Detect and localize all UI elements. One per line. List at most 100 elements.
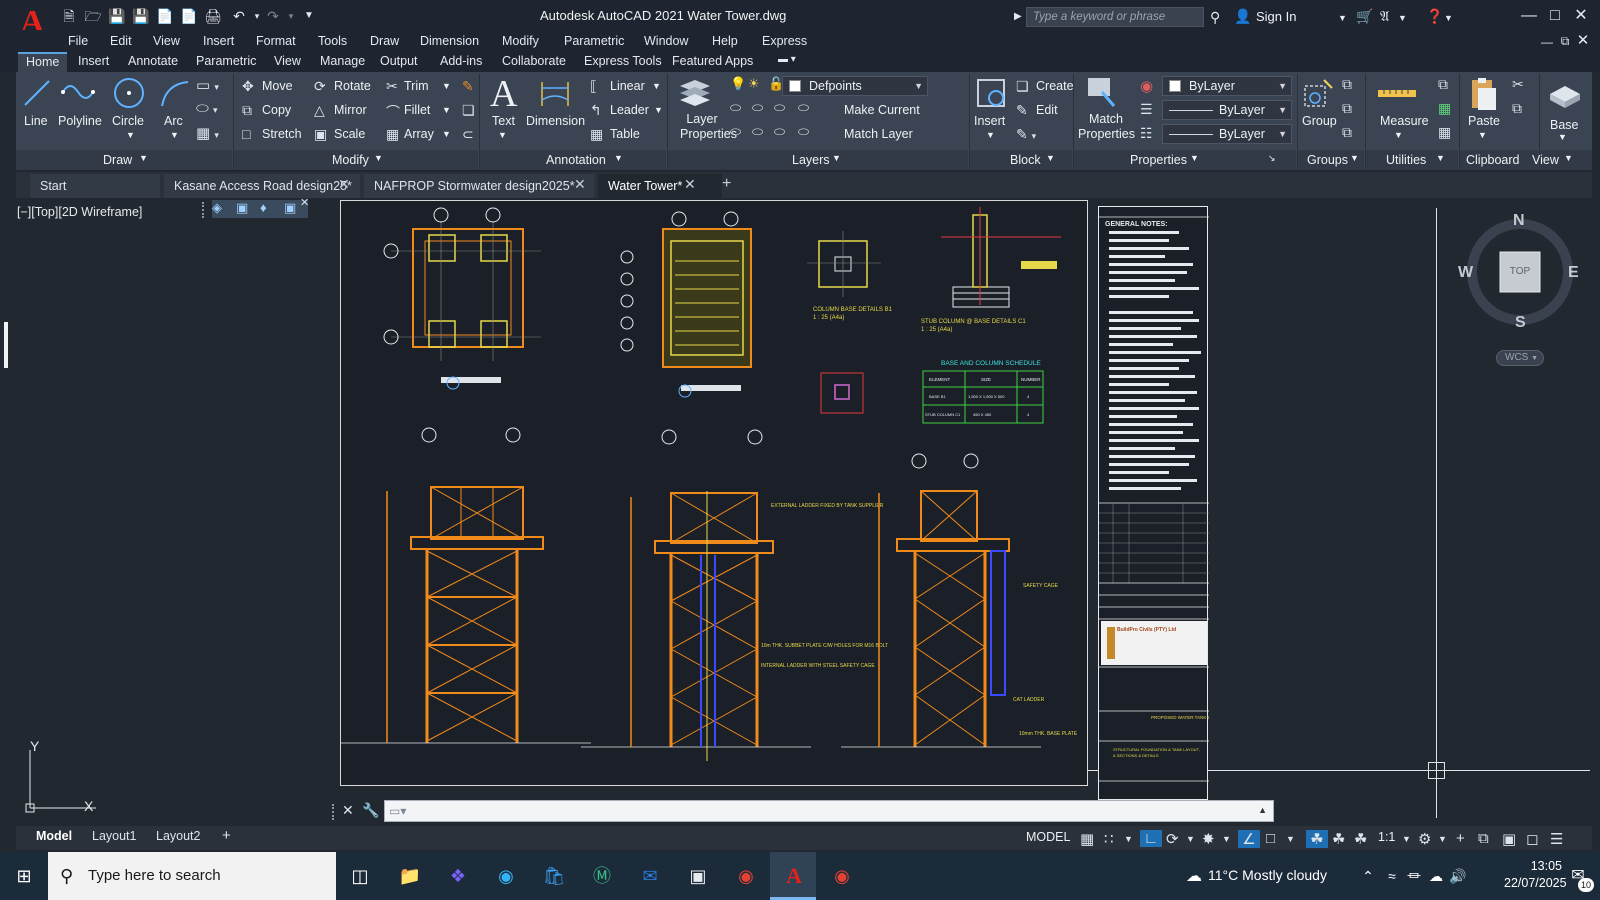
sign-in-link[interactable]: Sign In bbox=[1256, 9, 1296, 24]
customize-wrench-icon[interactable]: 🔧 bbox=[362, 802, 379, 819]
side-handle[interactable] bbox=[4, 322, 8, 368]
layout-tab-model[interactable]: Model bbox=[36, 829, 72, 843]
paste-button[interactable]: Paste bbox=[1468, 114, 1500, 128]
weather-icon[interactable]: ☁ bbox=[1186, 866, 1202, 886]
tab-start[interactable]: Start bbox=[30, 174, 160, 198]
viewcube-top-face[interactable]: TOP bbox=[1504, 266, 1536, 277]
array-dropdown-icon[interactable]: ▼ bbox=[442, 129, 451, 139]
menu-view[interactable]: View bbox=[153, 34, 180, 48]
sign-in-dropdown-icon[interactable]: ▼ bbox=[1338, 10, 1347, 26]
taskbar-search-box[interactable]: ⚲ Type here to search bbox=[48, 852, 336, 900]
menu-express[interactable]: Express bbox=[762, 34, 807, 48]
dimension-button[interactable]: Dimension bbox=[526, 114, 585, 128]
network-icon[interactable]: ≈ bbox=[1380, 864, 1404, 888]
mirror-button[interactable]: Mirror bbox=[334, 103, 367, 117]
properties-dialog-launcher-icon[interactable]: ↘ bbox=[1268, 153, 1276, 164]
windows-start-icon[interactable]: ⊞ bbox=[12, 864, 36, 888]
groups-panel-title[interactable]: Groups bbox=[1307, 153, 1348, 167]
tab-home[interactable]: Home bbox=[18, 52, 68, 72]
annotation-panel-title[interactable]: Annotation bbox=[546, 153, 606, 167]
model-space-toggle[interactable]: MODEL bbox=[1026, 830, 1070, 844]
otrack-icon[interactable]: ∠ bbox=[1238, 830, 1260, 848]
volume-icon[interactable]: 🔊 bbox=[1446, 864, 1470, 888]
polar-icon[interactable]: ⟳ bbox=[1166, 830, 1179, 848]
doc-close-icon[interactable]: ✕ bbox=[1572, 31, 1594, 51]
id-point-icon[interactable]: ▦ bbox=[1438, 124, 1451, 141]
snip-tool-icon[interactable]: ▣ bbox=[686, 864, 710, 888]
measure-button[interactable]: Measure bbox=[1380, 114, 1429, 128]
match-layer-button[interactable]: Match Layer bbox=[844, 127, 913, 141]
add-layout-icon[interactable]: + bbox=[222, 827, 231, 844]
menu-format[interactable]: Format bbox=[256, 34, 296, 48]
snap-dropdown-icon[interactable]: ▼ bbox=[1124, 834, 1133, 844]
close-icon[interactable]: ✕ bbox=[1570, 6, 1592, 26]
tab-kasane-access-road[interactable]: Kasane Access Road design25* bbox=[164, 174, 360, 198]
save-as-icon[interactable]: 💾 bbox=[132, 8, 150, 24]
scale-dropdown-icon[interactable]: ▼ bbox=[1402, 834, 1411, 844]
tab-water-tower[interactable]: Water Tower* bbox=[598, 174, 722, 198]
redo-icon[interactable]: ↷ bbox=[264, 8, 282, 24]
menu-insert[interactable]: Insert bbox=[203, 34, 234, 48]
tab-express-tools[interactable]: Express Tools bbox=[576, 52, 670, 72]
redo-dropdown-icon[interactable]: ▾ bbox=[282, 8, 300, 24]
layout-tab-layout2[interactable]: Layout2 bbox=[156, 829, 200, 843]
insert-dropdown-icon[interactable]: ▼ bbox=[986, 130, 995, 140]
help-search-input[interactable]: Type a keyword or phrase bbox=[1026, 7, 1204, 27]
tab-collaborate[interactable]: Collaborate bbox=[494, 52, 574, 72]
annotation-scale-value[interactable]: 1:1 bbox=[1378, 830, 1395, 844]
copilot-icon[interactable]: ❖ bbox=[446, 864, 470, 888]
lineweight-dropdown[interactable]: ByLayer ▼ bbox=[1162, 100, 1292, 120]
text-dropdown-icon[interactable]: ▼ bbox=[498, 130, 507, 140]
groups-panel-expand-icon[interactable]: ▼ bbox=[1350, 153, 1359, 163]
layer-dropdown[interactable]: Defpoints ▼ bbox=[782, 76, 928, 96]
scale-button[interactable]: Scale bbox=[334, 127, 365, 141]
close-tab-icon[interactable]: ✕ bbox=[684, 176, 696, 193]
cut-icon[interactable]: ✂ bbox=[1512, 76, 1524, 93]
fullscreen-icon[interactable]: ◻ bbox=[1526, 830, 1538, 848]
modify-panel-title[interactable]: Modify bbox=[332, 153, 369, 167]
cart-icon[interactable]: 🛒 bbox=[1356, 8, 1373, 24]
autocad-taskbar-icon[interactable]: A bbox=[782, 864, 806, 888]
menu-edit[interactable]: Edit bbox=[110, 34, 132, 48]
make-current-button[interactable]: Make Current bbox=[844, 103, 920, 117]
user-icon[interactable]: 👤 bbox=[1234, 8, 1251, 24]
annotation-monitor-icon[interactable]: + bbox=[1456, 830, 1465, 847]
group-edit-icon[interactable]: ⧉ bbox=[1342, 100, 1352, 117]
viewport-tool-icon[interactable]: ▣ bbox=[284, 200, 296, 216]
quick-properties-icon[interactable]: ▣ bbox=[1502, 830, 1516, 848]
search-icon[interactable]: ⚲ bbox=[1210, 9, 1220, 25]
power-icon[interactable]: ⏛ bbox=[1402, 864, 1426, 888]
compass-w[interactable]: W bbox=[1458, 264, 1473, 282]
command-history-icon[interactable]: ▭▾ bbox=[389, 804, 406, 818]
command-grip[interactable] bbox=[332, 804, 336, 820]
layer-tool-icon[interactable]: ⬭ bbox=[752, 100, 763, 116]
calculator-icon[interactable]: ▦ bbox=[1438, 100, 1451, 117]
viewport-tool-icon[interactable]: ◈ bbox=[212, 200, 222, 216]
viewport-tool-icon[interactable]: ▣ bbox=[236, 200, 248, 216]
annotation-scale-icon[interactable]: ☘ bbox=[1354, 830, 1367, 848]
fillet-button[interactable]: Fillet bbox=[404, 103, 430, 117]
polar-dropdown-icon[interactable]: ▼ bbox=[1186, 834, 1195, 844]
draw-panel-expand-icon[interactable]: ▼ bbox=[139, 153, 148, 163]
clipboard-panel-title[interactable]: Clipboard bbox=[1466, 153, 1520, 167]
help-dropdown-icon[interactable]: ▼ bbox=[1444, 10, 1453, 26]
view-panel-title[interactable]: View bbox=[1532, 153, 1559, 167]
tab-featured-apps[interactable]: Featured Apps bbox=[664, 52, 761, 72]
task-view-icon[interactable]: ◫ bbox=[348, 864, 372, 888]
viewport-tool-icon[interactable]: ♦ bbox=[260, 200, 267, 215]
rectangle-icon[interactable]: ▭ ▾ bbox=[196, 76, 219, 94]
utilities-panel-expand-icon[interactable]: ▼ bbox=[1436, 153, 1445, 163]
rotate-button[interactable]: Rotate bbox=[334, 79, 371, 93]
annotation-visibility-icon[interactable]: ☘ bbox=[1306, 830, 1328, 848]
tab-parametric[interactable]: Parametric bbox=[188, 52, 264, 72]
linear-dropdown-icon[interactable]: ▼ bbox=[652, 81, 661, 91]
layer-tool-icon[interactable]: ⬭ bbox=[752, 124, 763, 140]
close-tab-icon[interactable]: ✕ bbox=[338, 176, 350, 193]
grid-icon[interactable]: ▦ bbox=[1080, 830, 1094, 848]
menu-help[interactable]: Help bbox=[712, 34, 738, 48]
trim-dropdown-icon[interactable]: ▼ bbox=[442, 81, 451, 91]
linetype-dropdown[interactable]: ByLayer ▼ bbox=[1162, 124, 1292, 144]
ribbon-state-toggle-icon[interactable]: ▬ ▾ bbox=[770, 52, 804, 72]
tab-add-ins[interactable]: Add-ins bbox=[432, 52, 490, 72]
save-icon[interactable]: 💾 bbox=[108, 8, 126, 24]
